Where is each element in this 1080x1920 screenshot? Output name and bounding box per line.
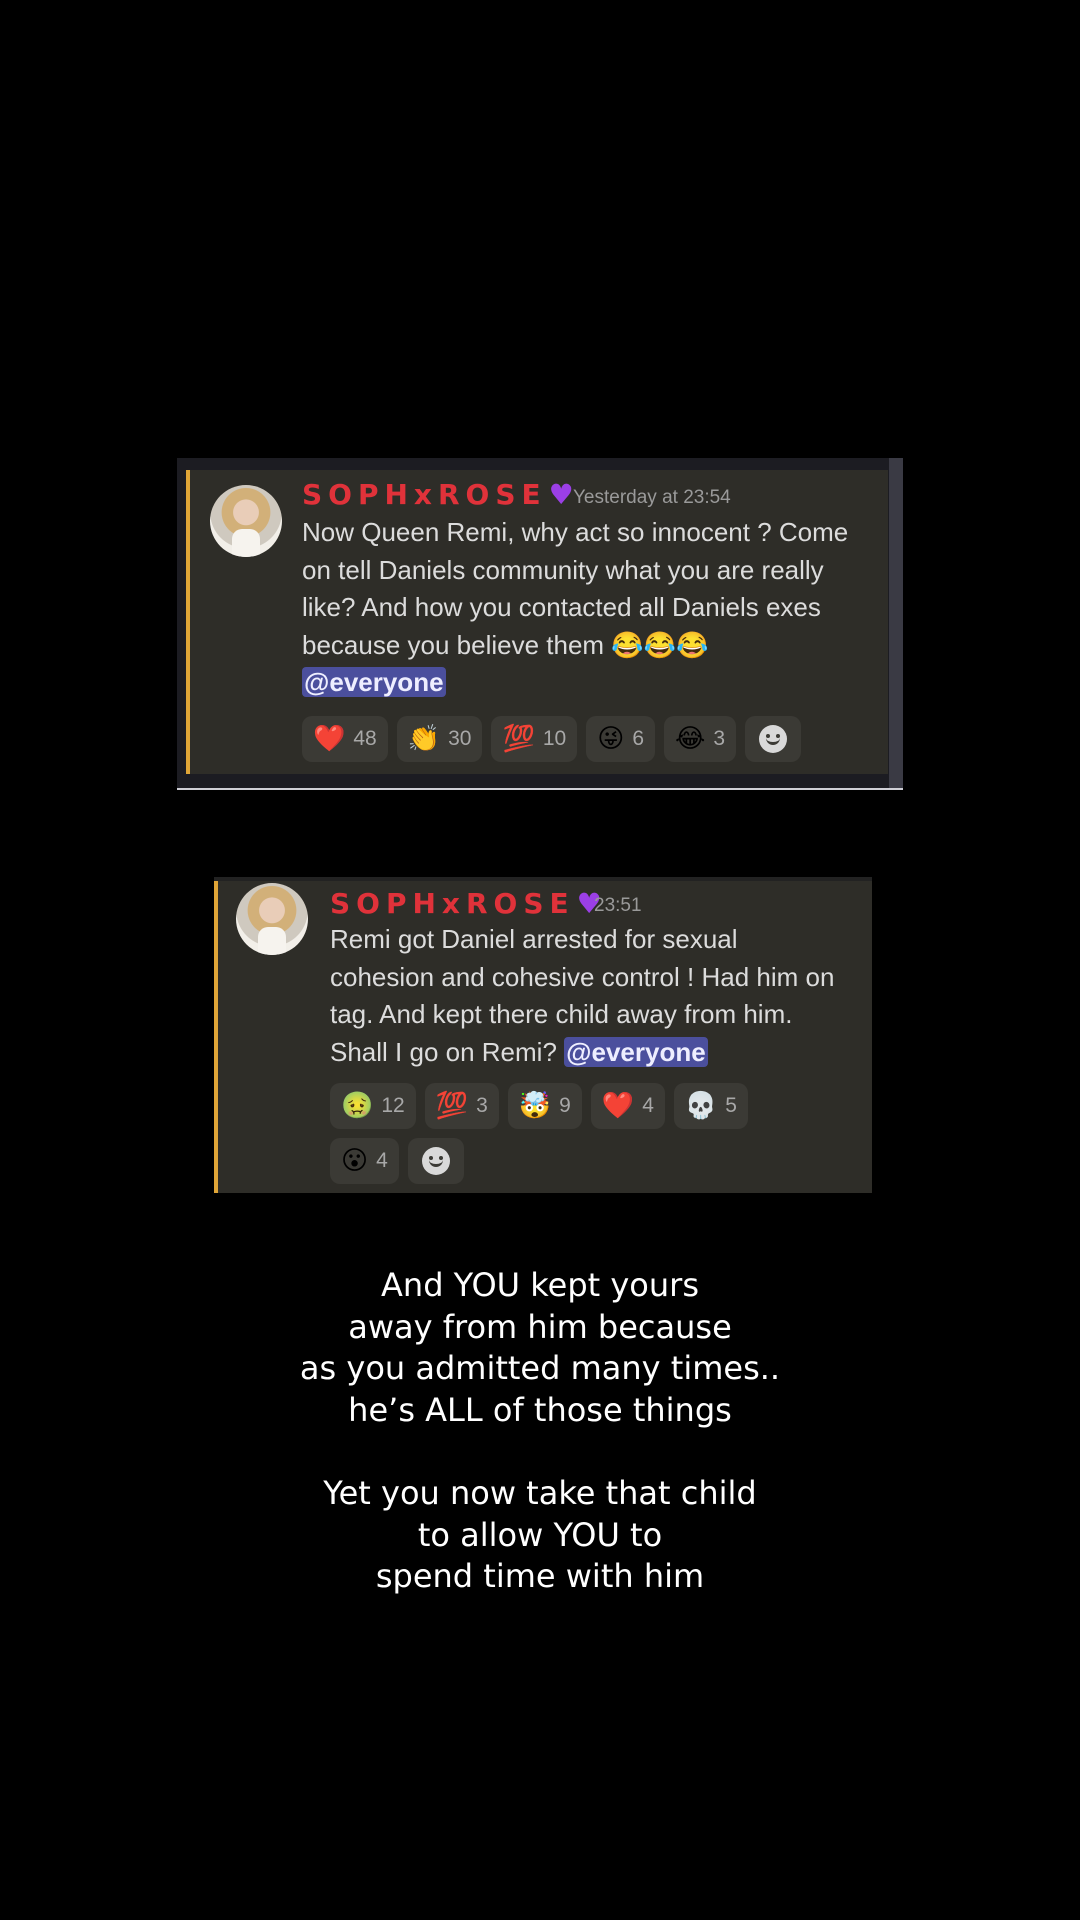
username[interactable]: SOPHxROSE♥ xyxy=(302,478,574,511)
reaction-count: 30 xyxy=(448,727,472,750)
frame-scrollbar xyxy=(889,458,903,788)
reaction-count: 3 xyxy=(713,727,726,750)
reaction-winking-tongue[interactable]: 😜 6 xyxy=(586,716,655,762)
caption-line: to allow YOU to xyxy=(417,1515,663,1554)
tears-of-joy-icon: 😂 xyxy=(675,724,706,754)
winking-tongue-icon: 😜 xyxy=(597,724,625,754)
reaction-tears-of-joy[interactable]: 😂 3 xyxy=(664,716,737,762)
reaction-hundred-points[interactable]: 💯 3 xyxy=(424,1083,499,1129)
avatar[interactable] xyxy=(236,883,308,955)
caption-line: And YOU kept yours xyxy=(381,1266,699,1304)
red-heart-icon: ❤️ xyxy=(601,1091,635,1121)
reaction-red-heart[interactable]: ❤️ 4 xyxy=(590,1083,665,1129)
caption-line xyxy=(0,1431,1080,1473)
caption-overlay: And YOU kept yours away from him because… xyxy=(0,1265,1080,1598)
reaction-count: 6 xyxy=(632,727,644,750)
surprised-face-icon: 😮 xyxy=(341,1146,369,1176)
nauseated-face-icon: 🤢 xyxy=(341,1091,374,1121)
message-line-text: Shall I go on Remi? xyxy=(330,1036,557,1067)
hundred-points-icon: 💯 xyxy=(435,1091,469,1121)
reaction-clapping-hands[interactable]: 👏 30 xyxy=(396,716,483,762)
message-card-1: SOPHxROSE♥ Yesterday at 23:54 Now Queen … xyxy=(186,470,888,774)
caption-line: he’s ALL of those things xyxy=(348,1390,732,1429)
message-line: because you believe them 😂😂😂 xyxy=(302,629,709,660)
reaction-surprised-face[interactable]: 😮 4 xyxy=(330,1138,399,1184)
message-text: Now Queen Remi, why act so innocent ? Co… xyxy=(302,514,848,702)
message-line: Remi got Daniel arrested for sexual xyxy=(330,924,738,954)
message-line: tag. And kept there child away from him. xyxy=(330,999,793,1029)
reaction-hundred-points[interactable]: 💯 10 xyxy=(491,716,578,762)
message-line: Now Queen Remi, why act so innocent ? Co… xyxy=(302,517,849,547)
red-heart-icon: ❤️ xyxy=(313,724,346,754)
message-card-2: SOPHxROSE♥ 23:51 Remi got Daniel arreste… xyxy=(214,881,872,1193)
skull-icon: 💀 xyxy=(684,1091,718,1121)
clapping-hands-icon: 👏 xyxy=(407,724,441,754)
reaction-count: 5 xyxy=(725,1094,737,1117)
smiley-icon xyxy=(759,725,788,753)
reaction-count: 12 xyxy=(381,1094,405,1117)
username[interactable]: SOPHxROSE♥ xyxy=(330,887,602,920)
message-line: cohesion and cohesive control ! Had him … xyxy=(330,961,835,992)
message-text: Remi got Daniel arrested for sexual cohe… xyxy=(330,921,834,1071)
message-line: on tell Daniels community what you are r… xyxy=(302,554,824,585)
hundred-points-icon: 💯 xyxy=(502,724,535,754)
avatar[interactable] xyxy=(210,485,282,557)
reaction-count: 4 xyxy=(376,1149,388,1172)
timestamp: 23:51 xyxy=(594,895,642,916)
username-text: SOPHxROSE xyxy=(302,478,547,511)
reaction-count: 9 xyxy=(559,1094,571,1117)
smiley-icon xyxy=(421,1147,450,1175)
reaction-exploding-head[interactable]: 🤯 9 xyxy=(507,1083,582,1129)
reaction-nauseated-face[interactable]: 🤢 12 xyxy=(330,1083,416,1129)
caption-line: away from him because xyxy=(348,1307,732,1346)
reaction-count: 48 xyxy=(353,727,377,750)
add-reaction-button[interactable] xyxy=(745,716,802,762)
exploding-head-icon: 🤯 xyxy=(518,1091,552,1121)
reaction-count: 4 xyxy=(642,1094,654,1117)
reaction-red-heart[interactable]: ❤️ 48 xyxy=(302,716,388,762)
reactions-bar: ❤️ 48 👏 30 💯 10 😜 6 😂 3 xyxy=(302,716,802,771)
caption-line: Yet you now take that child xyxy=(323,1473,757,1512)
reactions-bar: 🤢 12 💯 3 🤯 9 ❤️ 4 💀 5 😮 4 xyxy=(330,1083,748,1193)
mention-everyone[interactable]: @everyone xyxy=(302,667,446,697)
timestamp: Yesterday at 23:54 xyxy=(573,487,731,508)
purple-heart-icon: ♥ xyxy=(548,478,574,511)
reaction-count: 3 xyxy=(476,1094,488,1117)
message-line: like? And how you contacted all Daniels … xyxy=(302,592,821,622)
mention-everyone[interactable]: @everyone xyxy=(564,1036,708,1067)
caption-line: as you admitted many times.. xyxy=(299,1349,781,1388)
username-text: SOPHxROSE xyxy=(330,887,575,920)
message-line: Shall I go on Remi? @everyone xyxy=(330,1034,834,1072)
caption-line: spend time with him xyxy=(375,1557,705,1596)
add-reaction-button[interactable] xyxy=(407,1138,464,1184)
reaction-skull[interactable]: 💀 5 xyxy=(673,1083,748,1129)
reaction-count: 10 xyxy=(542,727,567,750)
